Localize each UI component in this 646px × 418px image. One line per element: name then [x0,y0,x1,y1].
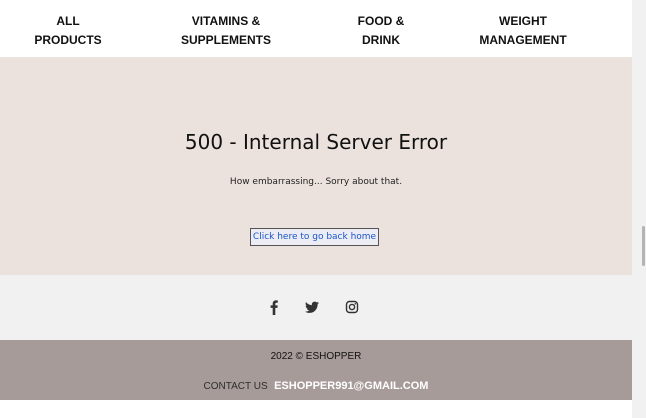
scrollbar-thumb[interactable] [642,226,645,266]
contact-line: CONTACT US ESHOPPER991@GMAIL.COM [0,376,632,394]
contact-email-link[interactable]: ESHOPPER991@GMAIL.COM [274,380,428,392]
nav-item-weight-management[interactable]: WEIGHT MANAGEMENT [468,12,578,50]
footer: 2022 © ESHOPPER CONTACT US ESHOPPER991@G… [0,340,632,400]
top-nav: ALL PRODUCTS VITAMINS & SUPPLEMENTS FOOD… [0,0,632,57]
instagram-icon[interactable] [344,299,360,315]
nav-item-food-drink[interactable]: FOOD & DRINK [346,12,416,50]
error-message: How embarrassing... Sorry about that. [229,177,403,187]
go-home-button[interactable]: Click here to go back home [250,228,379,246]
facebook-icon[interactable] [266,299,282,315]
nav-item-vitamins-supplements[interactable]: VITAMINS & SUPPLEMENTS [170,12,282,50]
contact-label: CONTACT US [203,381,268,392]
page: ALL PRODUCTS VITAMINS & SUPPLEMENTS FOOD… [0,0,632,418]
scrollbar-track[interactable] [632,0,646,418]
nav-item-all-products[interactable]: ALL PRODUCTS [28,12,108,50]
twitter-icon[interactable] [304,299,320,315]
copyright-text: 2022 © ESHOPPER [270,351,362,362]
social-bar [0,275,632,340]
error-title: 500 - Internal Server Error [184,130,448,154]
error-section: 500 - Internal Server Error How embarras… [0,57,632,275]
